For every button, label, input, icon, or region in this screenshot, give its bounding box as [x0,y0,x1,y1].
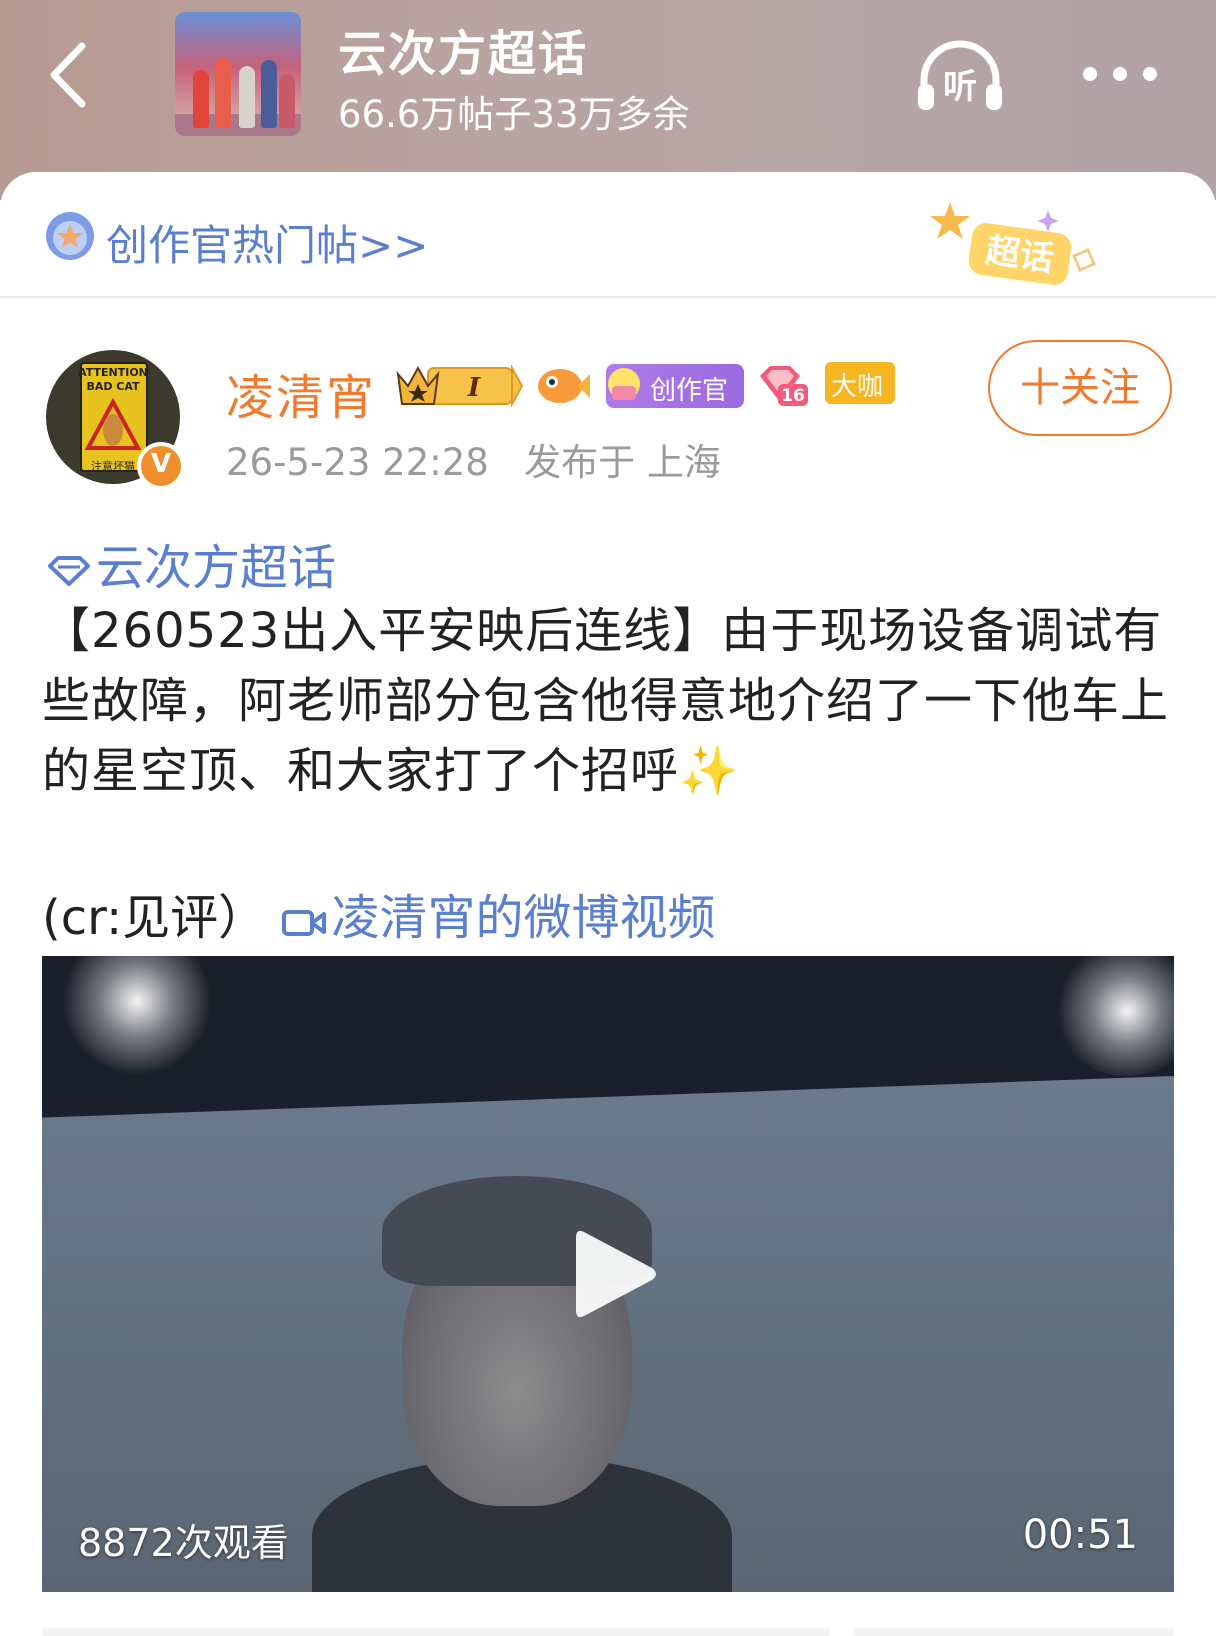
post-location: 发布于 上海 [524,441,721,484]
more-options-button[interactable] [1078,54,1162,94]
svg-text:16: 16 [781,386,805,406]
listen-button[interactable]: 听 [914,38,1006,114]
follow-button[interactable]: 十关注 [988,340,1172,436]
svg-text:听: 听 [943,67,977,107]
section-divider [0,296,1216,298]
view-count: 8872次观看 [78,1521,289,1565]
topic-cover-image[interactable] [175,12,301,136]
video-camera-icon [282,910,327,936]
sparkles-emoji: ✨ [679,743,740,799]
fish-badge-icon[interactable] [534,360,590,410]
creator-mascot-icon [608,368,640,400]
star-medal-icon [46,212,94,260]
video-player[interactable]: 8872次观看 00:51 [42,956,1174,1592]
post-timestamp: 26-5-23 22:28 [226,441,489,484]
post-text: 【260523出入平安映后连线】由于现场设备调试有些故障，阿老师部分包含他得意地… [42,603,1170,799]
svg-text:BAD CAT: BAD CAT [86,380,140,393]
username[interactable]: 凌清宵 [226,358,376,428]
play-icon[interactable] [570,1226,660,1322]
svg-text:I: I [467,373,481,403]
video-duration: 00:51 [1022,1512,1138,1558]
credit-text: (cr:见评） [42,890,267,946]
chevron-left-icon [50,42,86,108]
topic-link[interactable]: 云次方超话 [46,528,336,598]
next-cards-edge [42,1628,1174,1636]
topic-header: 云次方超话 66.6万帖子33万多余 听 [0,0,1216,200]
svg-text:ATTENTION: ATTENTION [78,366,148,379]
more-dots-icon [1083,67,1157,81]
video-link[interactable]: 凌清宵的微博视频 [281,890,715,946]
diamond-level-badge[interactable]: 16 [754,360,810,410]
topic-stats: 66.6万帖子33万多余 [338,93,690,136]
headphones-icon: 听 [918,40,1002,110]
topic-title: 云次方超话 [338,26,589,82]
daka-tag[interactable]: 大咖 [825,362,895,404]
diamond-topic-icon [48,556,90,586]
credit-line: (cr:见评） 凌清宵的微博视频 [42,878,715,948]
creator-hot-posts-link[interactable]: 创作官热门帖>> 超话 [0,172,1216,298]
svg-text:注意坏猫: 注意坏猫 [91,459,135,473]
verified-badge: V [137,442,185,490]
post-meta: 26-5-23 22:28 发布于 上海 [226,432,721,486]
hot-posts-label: 创作官热门帖>> [106,221,429,270]
creator-tag[interactable]: 创作官 [606,364,744,408]
crown-level-badge[interactable]: I [394,360,524,410]
back-button[interactable] [42,40,102,110]
chaohua-badge: 超话 [930,202,1096,285]
